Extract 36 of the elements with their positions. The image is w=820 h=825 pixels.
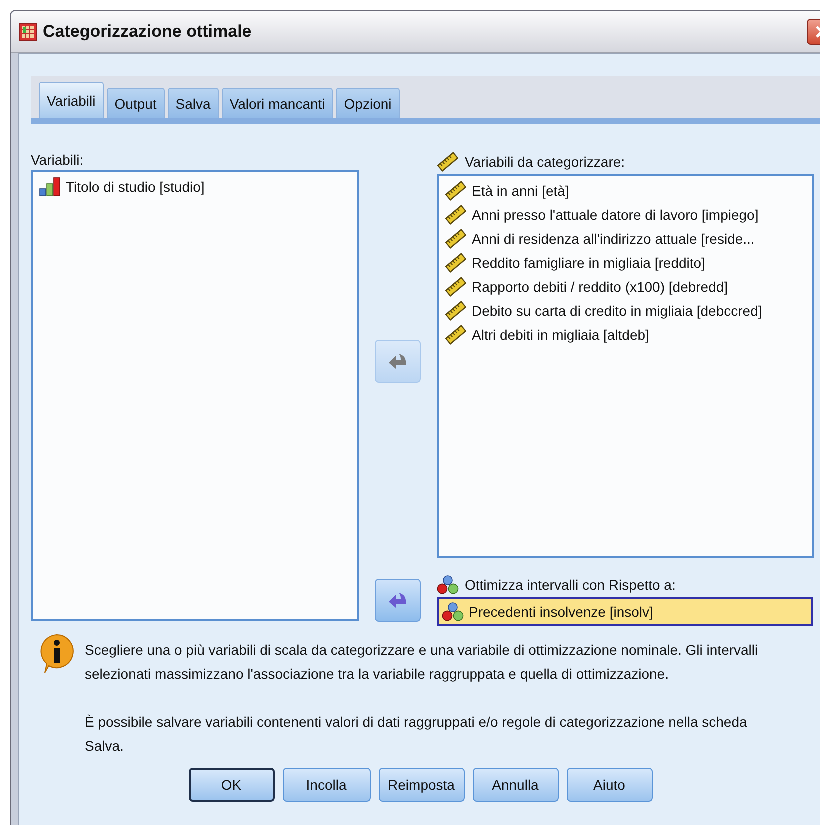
bar-chart-icon: [39, 176, 61, 196]
info-icon: [39, 634, 75, 674]
list-item[interactable]: Titolo di studio [studio]: [66, 178, 205, 194]
move-button[interactable]: [375, 579, 421, 622]
info-text: È possibile salvare variabili contenenti valori di dati raggruppati e/o regole di categorizzazione nella scheda Salva.: [85, 713, 748, 756]
arrow-icon: [388, 352, 408, 370]
tab[interactable]: Salva: [168, 88, 219, 118]
field-value: Precedenti insolvenze [insolv]: [469, 604, 654, 620]
dialog-button[interactable]: OK: [188, 768, 274, 802]
list-item[interactable]: Reddito famigliare in migliaia [reddito]: [472, 254, 706, 270]
list-item[interactable]: Età in anni [età]: [472, 182, 570, 198]
dialog-button[interactable]: Reimposta: [378, 768, 464, 802]
window-title: Categorizzazione ottimale: [43, 22, 253, 42]
balls-icon: [437, 575, 459, 595]
tab[interactable]: Valori mancanti: [222, 88, 334, 118]
tab[interactable]: Output: [106, 88, 165, 118]
list-item[interactable]: Anni di residenza all'indirizzo attuale [reside...: [472, 230, 755, 246]
list-item[interactable]: Altri debiti in migliaia [altdeb]: [472, 326, 650, 342]
balls-icon: [442, 602, 464, 622]
list-item[interactable]: Rapporto debiti / reddito (x100) [debredd]: [472, 278, 728, 294]
tab[interactable]: Variabili: [39, 82, 104, 118]
dialog-button[interactable]: Incolla: [282, 768, 370, 802]
list-item[interactable]: Debito su carta di credito in migliaia [debccred]: [472, 302, 762, 318]
list-label: Variabili da categorizzare:: [465, 153, 626, 172]
arrow-icon: [388, 592, 408, 610]
target-field[interactable]: Precedenti insolvenze [insolv]: [437, 597, 813, 626]
field-label: Ottimizza intervalli con Rispetto a:: [465, 576, 676, 595]
info-text: Scegliere una o più variabili di scala da categorizzare e una variabile di ottimizzazione nominale. Gli intervalli selezionati massimizzano l'associazione tra la variabile raggruppata e quella di ottimizzazione.: [85, 641, 760, 684]
table-icon: [19, 22, 37, 40]
source-list[interactable]: Titolo di studio [studio]: [31, 170, 359, 621]
target-list[interactable]: [437, 174, 814, 558]
dialog-button[interactable]: Annulla: [472, 768, 558, 802]
tab[interactable]: Opzioni: [336, 88, 400, 118]
dialog-button[interactable]: Aiuto: [566, 768, 652, 802]
list-item[interactable]: Anni presso l'attuale datore di lavoro [impiego]: [472, 206, 759, 222]
list-label: Variabili:: [31, 151, 85, 170]
